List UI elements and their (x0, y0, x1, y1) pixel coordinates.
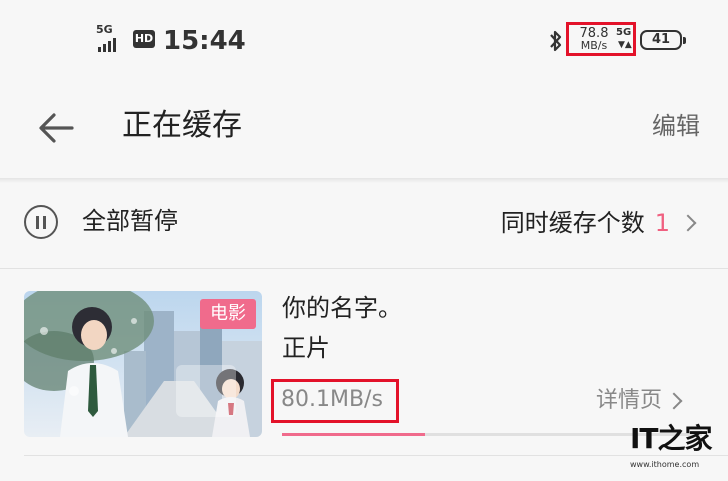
chevron-right-icon (665, 392, 683, 410)
concurrent-count: 1 (654, 209, 670, 237)
edit-button[interactable]: 编辑 (652, 108, 700, 144)
download-speed: 80.1MB/s (281, 387, 383, 412)
concurrent-label: 同时缓存个数 (500, 209, 645, 237)
watermark-logo: IT之家 (630, 422, 713, 455)
app-header: 正在缓存 编辑 (0, 82, 728, 178)
status-time: 15:44 (163, 26, 246, 56)
details-label: 详情页 (596, 388, 663, 413)
item-subtitle: 正片 (282, 334, 330, 362)
chevron-right-icon (679, 214, 697, 232)
page-title: 正在缓存 (122, 108, 242, 143)
hd-badge: HD (133, 30, 155, 48)
network-speed-unit: MB/s (580, 39, 608, 52)
bluetooth-icon (550, 30, 562, 52)
network-speed-indicator: 78.8 MB/s 5G ▼▲ (566, 22, 636, 56)
concurrent-downloads-setting[interactable]: 同时缓存个数 1 (500, 203, 697, 243)
details-link[interactable]: 详情页 (596, 385, 683, 417)
download-progress-fill (282, 433, 425, 436)
watermark-url: www.ithome.com (630, 460, 700, 469)
pause-circle-icon (24, 205, 58, 239)
battery-icon: 41 (640, 30, 686, 50)
download-controls: 全部暂停 同时缓存个数 1 (0, 183, 728, 269)
signal-icon: 5G (96, 23, 130, 52)
back-arrow-icon[interactable] (34, 106, 78, 150)
status-bar: 5G HD 15:44 78.8 MB/s 5G ▼▲ 41 (0, 0, 728, 82)
category-badge: 电影 (200, 299, 256, 329)
data-activity-icon: ▼▲ (618, 40, 632, 50)
pause-all-label: 全部暂停 (82, 207, 178, 235)
battery-level: 41 (651, 32, 671, 47)
ithome-watermark: IT之家 www.ithome.com (630, 424, 714, 474)
network-type: 5G (96, 23, 113, 36)
network-type-right: 5G (616, 27, 632, 38)
divider (24, 455, 728, 456)
download-item[interactable]: 电影 你的名字。 正片 80.1MB/s 详情页 (0, 269, 728, 455)
movie-poster-thumbnail[interactable]: 电影 (24, 291, 262, 437)
item-title: 你的名字。 (282, 294, 402, 322)
